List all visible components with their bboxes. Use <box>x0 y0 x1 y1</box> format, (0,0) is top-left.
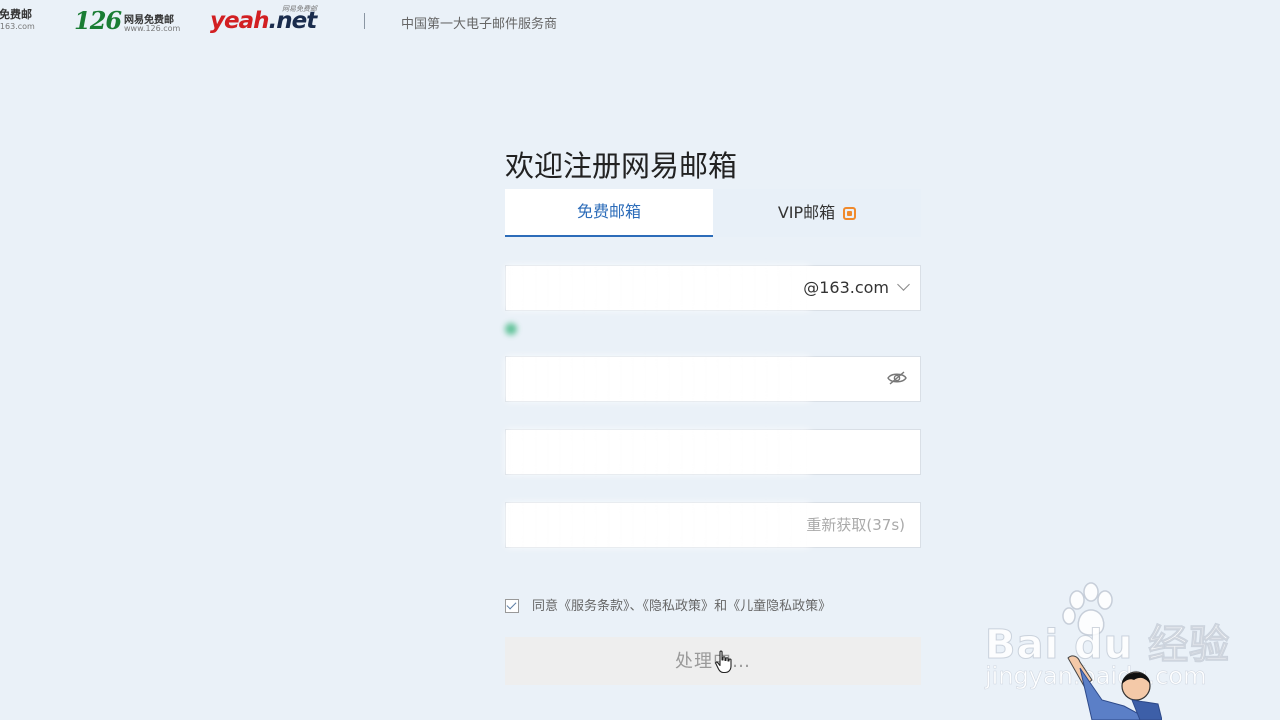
chevron-down-icon <box>897 278 910 291</box>
logo-yeah-text: yeah <box>210 8 269 34</box>
logo-163-name: 易免费邮 <box>0 8 32 21</box>
top-header: 易免费邮 ail.163.com 126 网易免费邮 www.126.com y… <box>0 0 1280 48</box>
agree-and: 和 <box>714 599 728 614</box>
logo-yeah-net[interactable]: yeah.net 网易免费邮 <box>210 5 330 42</box>
header-divider <box>364 13 365 29</box>
logo-yeah-tag: 网易免费邮 <box>282 5 317 13</box>
children-privacy-link[interactable]: 《儿童隐私政策》 <box>727 599 831 614</box>
logo-163-url: ail.163.com <box>0 22 35 31</box>
email-address-field: @163.com <box>505 265 921 311</box>
logo-126[interactable]: 126 网易免费邮 www.126.com <box>74 6 189 38</box>
domain-select[interactable]: @163.com <box>803 266 910 310</box>
submit-button[interactable]: 处理中… <box>505 637 921 685</box>
logo-126-url: www.126.com <box>124 24 181 33</box>
logo-163[interactable]: 易免费邮 ail.163.com <box>0 8 58 32</box>
vip-badge-icon <box>843 207 857 220</box>
agreement-text: 同意《服务条款》、《隐私政策》和《儿童隐私政策》 <box>532 598 831 615</box>
paw-icon <box>1062 582 1113 636</box>
agree-checkbox[interactable] <box>505 599 519 613</box>
verification-code-input[interactable] <box>506 503 786 547</box>
email-input[interactable] <box>506 266 806 310</box>
eye-slash-icon[interactable] <box>887 371 907 385</box>
verification-code-field: 重新获取(37s) <box>505 502 921 548</box>
privacy-policy-link[interactable]: 《隐私政策》 <box>643 599 715 614</box>
domain-value: @163.com <box>803 278 889 297</box>
mailbox-type-tabs: 免费邮箱 VIP邮箱 <box>505 189 921 237</box>
email-available-hint <box>505 322 523 336</box>
password-input[interactable] <box>506 357 806 401</box>
tab-vip-label: VIP邮箱 <box>777 203 836 222</box>
check-circle-icon <box>505 323 517 335</box>
resend-code-button[interactable]: 重新获取(37s) <box>806 503 905 547</box>
agree-separator: 、 <box>629 599 643 614</box>
phone-field <box>505 429 921 475</box>
logo-126-number: 126 <box>74 6 122 35</box>
phone-input[interactable] <box>506 430 826 474</box>
terms-of-service-link[interactable]: 《服务条款》 <box>558 599 630 614</box>
page-title: 欢迎注册网易邮箱 <box>505 149 738 184</box>
hand-pointer-icon <box>715 650 732 674</box>
cartoon-figure-image <box>1067 655 1162 720</box>
tab-free-mailbox[interactable]: 免费邮箱 <box>505 189 713 237</box>
tab-vip-mailbox[interactable]: VIP邮箱 <box>713 189 921 237</box>
password-field <box>505 356 921 402</box>
agree-prefix: 同意 <box>532 599 559 614</box>
header-slogan: 中国第一大电子邮件服务商 <box>401 17 558 32</box>
